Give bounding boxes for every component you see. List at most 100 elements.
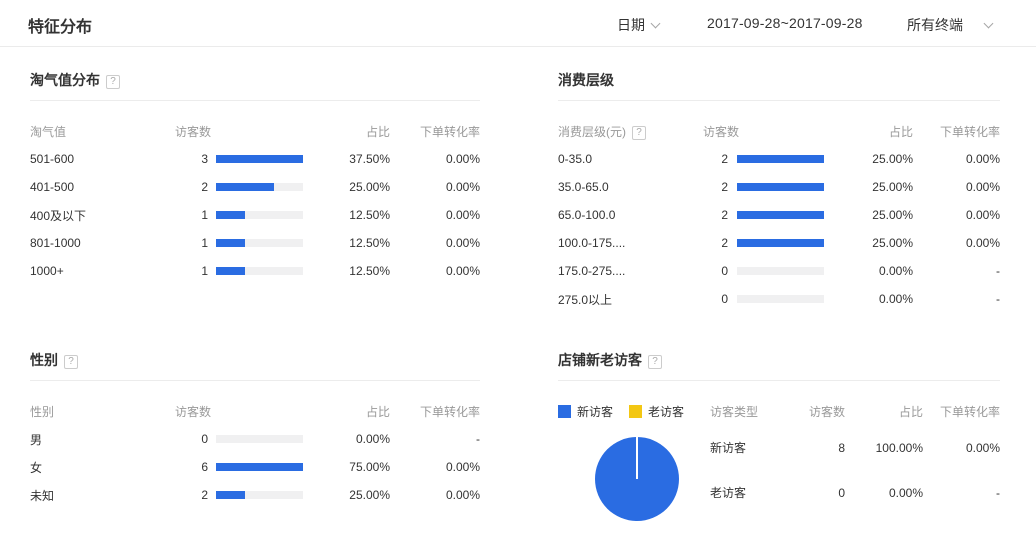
bar-fill	[216, 463, 303, 471]
conversion-value: 0.00%	[390, 180, 480, 194]
terminal-dropdown[interactable]: 所有终端	[907, 15, 992, 35]
row-label: 501-600	[30, 152, 170, 166]
table-row: 女 6 75.00% 0.00%	[30, 453, 480, 481]
panel-gender: 性别? 性别 访客数 占比 下单转化率 男 0 0.00% - 女 6 75.0…	[30, 350, 480, 509]
column-header: 访客数	[170, 403, 318, 420]
bar-track	[737, 239, 824, 247]
table-row: 1000+ 1 12.50% 0.00%	[30, 257, 480, 285]
visitor-count: 8	[800, 441, 845, 455]
visitor-count: 1	[170, 208, 208, 222]
row-label: 801-1000	[30, 236, 170, 250]
column-header: 占比	[837, 123, 913, 140]
bar-track	[737, 211, 824, 219]
visitor-count: 0	[170, 432, 208, 446]
visitor-count: 0	[698, 264, 728, 278]
conversion-value: -	[913, 264, 1000, 278]
bar-cell	[208, 435, 318, 443]
bar-fill	[216, 491, 245, 499]
table-header: 性别 访客数 占比 下单转化率	[30, 381, 480, 425]
table-row: 175.0-275.... 0 0.00% -	[558, 257, 1000, 285]
table-row: 275.0以上 0 0.00% -	[558, 285, 1000, 313]
help-icon[interactable]: ?	[632, 126, 646, 140]
table-header: 淘气值 访客数 占比 下单转化率	[30, 101, 480, 145]
pie-chart	[595, 437, 679, 521]
panel-title: 店铺新老访客	[558, 352, 642, 368]
bar-cell	[728, 211, 837, 219]
visitor-count: 1	[170, 264, 208, 278]
date-range-picker[interactable]: 2017-09-28~2017-09-28	[707, 15, 863, 31]
table-row: 801-1000 1 12.50% 0.00%	[30, 229, 480, 257]
date-mode-dropdown[interactable]: 日期	[617, 15, 659, 35]
row-label: 65.0-100.0	[558, 208, 698, 222]
bar-cell	[728, 239, 837, 247]
share-value: 37.50%	[318, 152, 390, 166]
row-label: 女	[30, 459, 170, 476]
bar-cell	[208, 183, 318, 191]
bar-cell	[208, 239, 318, 247]
visitor-count: 1	[170, 236, 208, 250]
column-header: 占比	[318, 403, 390, 420]
panel-title-row: 店铺新老访客?	[558, 350, 1000, 381]
bar-track	[216, 183, 303, 191]
visitor-count: 2	[698, 180, 728, 194]
share-value: 12.50%	[318, 208, 390, 222]
table-row: 0-35.0 2 25.00% 0.00%	[558, 145, 1000, 173]
legend-swatch-blue	[558, 405, 571, 418]
row-label: 275.0以上	[558, 291, 698, 308]
column-header: 访客数	[800, 403, 845, 420]
panel-title: 淘气值分布	[30, 72, 100, 88]
help-icon[interactable]: ?	[648, 355, 662, 369]
legend-label: 老访客	[648, 403, 684, 420]
bar-cell	[208, 491, 318, 499]
visitor-count: 2	[698, 152, 728, 166]
bar-cell	[208, 155, 318, 163]
bar-track	[216, 239, 303, 247]
help-icon[interactable]: ?	[106, 75, 120, 89]
legend-item-old-visitor[interactable]: 老访客	[629, 403, 684, 420]
conversion-value: 0.00%	[390, 460, 480, 474]
table-row: 未知 2 25.00% 0.00%	[30, 481, 480, 509]
table-row: 男 0 0.00% -	[30, 425, 480, 453]
pie-table-body: 新访客 8 100.00% 0.00% 老访客 0 0.00% -	[558, 425, 1000, 515]
bar-fill	[216, 211, 245, 219]
column-header: 占比	[318, 123, 390, 140]
share-value: 25.00%	[837, 236, 913, 250]
share-value: 12.50%	[318, 236, 390, 250]
row-label: 0-35.0	[558, 152, 698, 166]
conversion-value: 0.00%	[390, 236, 480, 250]
table-row: 65.0-100.0 2 25.00% 0.00%	[558, 201, 1000, 229]
page-header: 特征分布 日期 2017-09-28~2017-09-28 所有终端	[0, 0, 1036, 47]
bar-cell	[728, 155, 837, 163]
bar-fill	[216, 267, 245, 275]
bar-track	[216, 463, 303, 471]
visitor-count: 6	[170, 460, 208, 474]
panel-title-row: 性别?	[30, 350, 480, 381]
row-label: 400及以下	[30, 207, 170, 224]
row-label: 35.0-65.0	[558, 180, 698, 194]
visitor-count: 2	[698, 236, 728, 250]
bar-fill	[737, 211, 824, 219]
panel-title-row: 消费层级	[558, 70, 1000, 101]
share-value: 0.00%	[318, 432, 390, 446]
visitor-count: 2	[170, 488, 208, 502]
visitor-count: 0	[698, 292, 728, 306]
bar-cell	[728, 267, 837, 275]
share-value: 75.00%	[318, 460, 390, 474]
share-value: 0.00%	[845, 486, 923, 500]
date-mode-label: 日期	[617, 17, 645, 33]
share-value: 25.00%	[318, 180, 390, 194]
panel-consumption-level: 消费层级 消费层级(元)? 访客数 占比 下单转化率 0-35.0 2 25.0…	[558, 70, 1000, 313]
help-icon[interactable]: ?	[64, 355, 78, 369]
page-title: 特征分布	[28, 13, 92, 37]
column-header: 下单转化率	[923, 403, 1000, 420]
pie-legend: 新访客 老访客	[558, 403, 710, 420]
table-row: 501-600 3 37.50% 0.00%	[30, 145, 480, 173]
share-value: 25.00%	[318, 488, 390, 502]
column-header: 淘气值	[30, 123, 170, 140]
column-header: 访客数	[170, 123, 318, 140]
share-value: 25.00%	[837, 180, 913, 194]
row-label: 新访客	[710, 439, 800, 456]
bar-cell	[208, 267, 318, 275]
column-header: 访客数	[698, 123, 837, 140]
legend-item-new-visitor[interactable]: 新访客	[558, 403, 613, 420]
